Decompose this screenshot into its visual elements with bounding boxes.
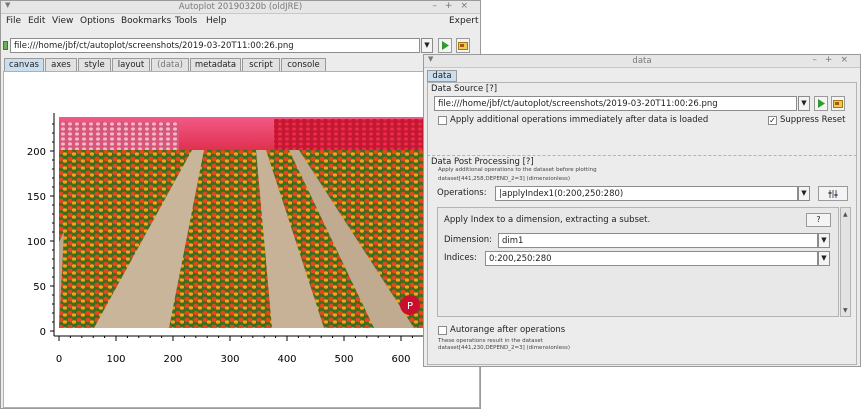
x-tick-label: 600 bbox=[391, 354, 410, 365]
data-source-browse-button[interactable] bbox=[831, 96, 845, 111]
data-source-dropdown-button[interactable]: ▼ bbox=[798, 96, 810, 111]
scroll-down-icon[interactable]: ▼ bbox=[843, 307, 848, 314]
menubar: File Edit View Options Bookmarks Tools H… bbox=[1, 14, 480, 30]
filter-title: Apply Index to a dimension, extracting a… bbox=[444, 215, 651, 225]
plot-canvas[interactable]: P 0 50 100 150 200 0 100 200 300 400 500… bbox=[3, 71, 480, 408]
folder-icon bbox=[833, 100, 843, 108]
operations-editor-button[interactable] bbox=[818, 186, 848, 201]
x-tick-label: 200 bbox=[163, 354, 182, 365]
y-tick-label: 100 bbox=[27, 237, 46, 248]
indices-field[interactable]: 0:200,250:280 bbox=[485, 251, 818, 266]
data-window-title: data bbox=[632, 56, 652, 66]
y-axis-ticks: 0 50 100 150 200 bbox=[27, 147, 54, 338]
apply-immediately-checkbox[interactable] bbox=[438, 116, 447, 125]
tab-data-window[interactable]: data bbox=[427, 70, 457, 82]
y-tick-label: 200 bbox=[27, 147, 46, 158]
tab-metadata[interactable]: metadata bbox=[190, 58, 241, 71]
dimension-select[interactable]: dim1 bbox=[498, 233, 818, 248]
autorange-checkbox[interactable] bbox=[438, 326, 447, 335]
dimension-dropdown-button[interactable]: ▼ bbox=[818, 233, 830, 248]
url-row: file:///home/jbf/ct/autoplot/screenshots… bbox=[1, 38, 480, 55]
play-button[interactable] bbox=[438, 38, 452, 53]
operations-label: Operations: bbox=[437, 188, 487, 198]
y-tick-label: 50 bbox=[33, 282, 46, 293]
y-tick-label: 150 bbox=[27, 192, 46, 203]
window-controls[interactable]: –+× bbox=[812, 55, 856, 65]
main-window-title: Autoplot 20190320b (oldJRE) bbox=[178, 2, 303, 12]
url-dropdown-button[interactable]: ▼ bbox=[421, 38, 433, 53]
url-field[interactable]: file:///home/jbf/ct/autoplot/screenshots… bbox=[10, 38, 420, 53]
data-source-heading[interactable]: Data Source [?] bbox=[431, 84, 497, 94]
tab-data[interactable]: (data) bbox=[151, 58, 189, 71]
operations-dropdown-button[interactable]: ▼ bbox=[798, 186, 810, 201]
filter-scrollbar[interactable]: ▲ ▼ bbox=[840, 207, 851, 317]
menu-view[interactable]: View bbox=[52, 16, 73, 26]
main-window: ▼ Autoplot 20190320b (oldJRE) –+× File E… bbox=[0, 0, 481, 409]
x-tick-label: 0 bbox=[56, 354, 62, 365]
tab-console[interactable]: console bbox=[281, 58, 326, 71]
menu-options[interactable]: Options bbox=[80, 16, 115, 26]
x-tick-label: 400 bbox=[277, 354, 296, 365]
indices-label: Indices: bbox=[444, 253, 477, 263]
tab-layout[interactable]: layout bbox=[112, 58, 150, 71]
x-axis-ticks: 0 100 200 300 400 500 600 bbox=[56, 336, 411, 365]
data-source-panel: Data Source [?] file:///home/jbf/ct/auto… bbox=[427, 82, 857, 157]
x-tick-label: 500 bbox=[334, 354, 353, 365]
main-titlebar: ▼ Autoplot 20190320b (oldJRE) –+× bbox=[1, 1, 480, 14]
expert-menu[interactable]: Expert bbox=[449, 16, 479, 26]
data-window: ▼ data –+× data Data Source [?] file:///… bbox=[423, 54, 861, 367]
suppress-reset-label: Suppress Reset bbox=[780, 115, 846, 125]
x-tick-label: 300 bbox=[220, 354, 239, 365]
dataset-before-label: dataset[441,258,DEPEND_2=3] (dimensionle… bbox=[438, 176, 570, 182]
x-tick-label: 100 bbox=[106, 354, 125, 365]
window-controls[interactable]: –+× bbox=[432, 1, 476, 11]
y-tick-label: 0 bbox=[40, 327, 46, 338]
post-processing-heading[interactable]: Data Post Processing [?] bbox=[431, 157, 534, 167]
result-note: These operations result in the dataset bbox=[438, 338, 543, 344]
post-processing-panel: Data Post Processing [?] Apply additiona… bbox=[427, 155, 857, 365]
play-icon bbox=[442, 41, 449, 50]
filters-icon bbox=[828, 190, 838, 198]
operations-field[interactable]: |applyIndex1(0:200,250:280) bbox=[495, 186, 798, 201]
menu-bookmarks[interactable]: Bookmarks bbox=[121, 16, 171, 26]
svg-text:P: P bbox=[407, 301, 413, 312]
indices-dropdown-button[interactable]: ▼ bbox=[818, 251, 830, 266]
menu-help[interactable]: Help bbox=[206, 16, 227, 26]
autorange-label: Autorange after operations bbox=[450, 325, 566, 335]
post-processing-note: Apply additional operations to the datas… bbox=[438, 167, 597, 173]
menu-file[interactable]: File bbox=[6, 16, 21, 26]
dataset-after-label: dataset[441,230,DEPEND_2=3] (dimensionle… bbox=[438, 345, 570, 351]
apply-immediately-label: Apply additional operations immediately … bbox=[450, 115, 709, 125]
menu-edit[interactable]: Edit bbox=[28, 16, 45, 26]
plot-image: P bbox=[59, 117, 423, 328]
folder-icon bbox=[458, 42, 468, 50]
filter-editor-panel: Apply Index to a dimension, extracting a… bbox=[437, 207, 839, 317]
data-titlebar: ▼ data –+× bbox=[424, 55, 860, 68]
filter-help-button[interactable]: ? bbox=[806, 213, 831, 227]
tab-canvas[interactable]: canvas bbox=[4, 58, 44, 71]
tab-script[interactable]: script bbox=[242, 58, 280, 71]
data-source-play-button[interactable] bbox=[814, 96, 828, 111]
menu-tools[interactable]: Tools bbox=[175, 16, 197, 26]
play-icon bbox=[818, 99, 825, 108]
tab-axes[interactable]: axes bbox=[45, 58, 77, 71]
dimension-label: Dimension: bbox=[444, 235, 493, 245]
data-source-url-field[interactable]: file:///home/jbf/ct/autoplot/screenshots… bbox=[434, 96, 797, 111]
browse-button[interactable] bbox=[456, 38, 470, 53]
plot-svg: P 0 50 100 150 200 0 100 200 300 400 500… bbox=[27, 113, 423, 365]
suppress-reset-checkbox[interactable]: ✓ bbox=[768, 116, 777, 125]
scroll-up-icon[interactable]: ▲ bbox=[843, 211, 848, 218]
tab-style[interactable]: style bbox=[78, 58, 111, 71]
status-icon bbox=[3, 41, 8, 50]
